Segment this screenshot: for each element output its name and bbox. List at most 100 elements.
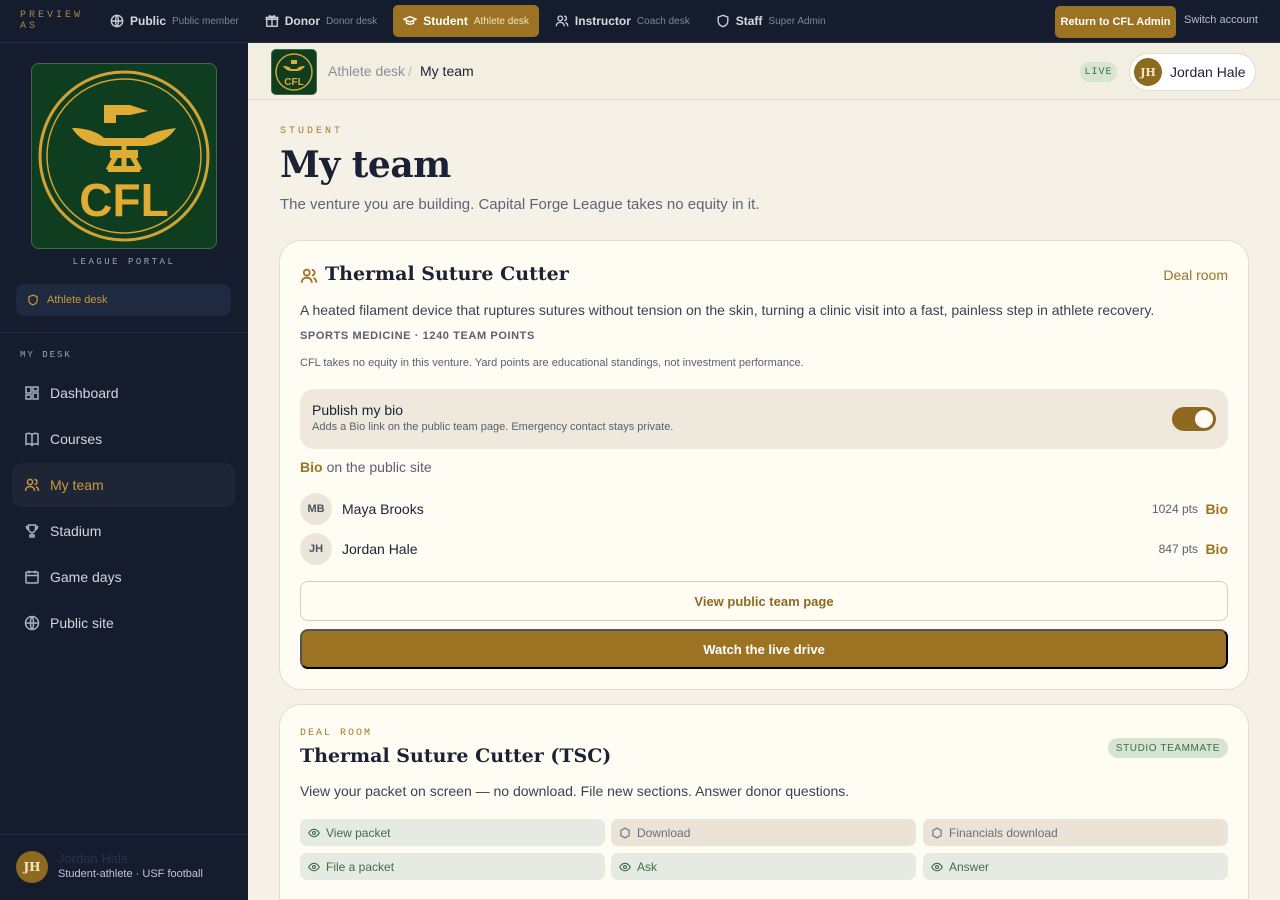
- sidebar-item-label: Stadium: [50, 523, 102, 539]
- cfl-logo[interactable]: CFL: [31, 63, 217, 249]
- switch-account-link[interactable]: Switch account: [1184, 14, 1258, 26]
- permission-view-packet[interactable]: View packet: [300, 819, 605, 846]
- view-public-team-button[interactable]: View public team page: [300, 581, 1228, 621]
- preview-label: PREVIEW AS: [20, 10, 84, 32]
- gift-icon: [265, 14, 279, 28]
- sidebar-item-public-site[interactable]: Public site: [12, 601, 235, 645]
- role-donor[interactable]: Donor Donor desk: [255, 5, 387, 37]
- permission-answer[interactable]: Answer: [923, 853, 1228, 880]
- cfl-emblem-icon: CFL: [275, 53, 313, 91]
- book-icon: [25, 432, 39, 447]
- live-badge: LIVE: [1080, 62, 1117, 82]
- team-card: Thermal Suture Cutter Deal room A heated…: [279, 240, 1249, 690]
- deal-room-eyebrow: DEAL ROOM: [300, 728, 373, 739]
- permission-financials-download: Financials download: [923, 819, 1228, 846]
- return-to-admin-button[interactable]: Return to CFL Admin: [1055, 6, 1176, 38]
- team-member-row: MB Maya Brooks 1024 pts Bio: [300, 493, 1228, 525]
- sidebar: CFL LEAGUE PORTAL Athlete desk MY DESK D…: [0, 43, 248, 900]
- user-name: Jordan Hale: [1170, 64, 1246, 80]
- publish-bio-title: Publish my bio: [312, 402, 404, 418]
- publish-bio-description: Adds a Bio link on the public team page.…: [312, 421, 674, 433]
- users-icon: [555, 14, 569, 28]
- sidebar-item-label: Game days: [50, 569, 122, 585]
- eye-icon: [308, 862, 320, 871]
- globe-icon: [24, 615, 40, 631]
- role-name: Public: [130, 14, 167, 28]
- avatar: JH: [1134, 58, 1162, 86]
- sidebar-item-label: Public site: [50, 615, 114, 631]
- sidebar-user-name: Jordan Hale: [58, 851, 129, 866]
- team-description: A heated filament device that ruptures s…: [300, 302, 1155, 318]
- role-staff[interactable]: Staff Super Admin: [706, 5, 836, 37]
- publish-bio-panel: Publish my bio Adds a Bio link on the pu…: [300, 389, 1228, 449]
- shield-icon: [716, 14, 730, 28]
- role-name: Instructor: [574, 14, 631, 28]
- portal-label: LEAGUE PORTAL: [72, 257, 176, 267]
- users-icon: [300, 267, 318, 285]
- member-name: Jordan Hale: [342, 541, 418, 557]
- bio-link[interactable]: Bio: [300, 459, 323, 475]
- equity-note: CFL takes no equity in this venture. Yar…: [300, 357, 804, 369]
- role-sub: Public member: [172, 15, 239, 27]
- divider: [0, 834, 248, 835]
- desk-pill[interactable]: Athlete desk: [16, 284, 231, 316]
- toggle-knob: [1195, 410, 1213, 428]
- sidebar-item-courses[interactable]: Courses: [12, 417, 235, 461]
- role-public[interactable]: Public Public member: [100, 5, 249, 37]
- permission-label: Ask: [637, 859, 658, 874]
- permission-file-packet[interactable]: File a packet: [300, 853, 605, 880]
- bio-public-line: Bio on the public site: [300, 459, 432, 475]
- deal-room-description: View your packet on screen — no download…: [300, 783, 850, 799]
- user-menu[interactable]: JH Jordan Hale: [1129, 53, 1256, 91]
- team-meta: SPORTS MEDICINE · 1240 TEAM POINTS: [300, 330, 535, 342]
- preview-bar: PREVIEW AS Public Public member Donor Do…: [0, 0, 1280, 43]
- avatar: MB: [300, 493, 332, 525]
- sidebar-item-label: Courses: [50, 431, 103, 447]
- header-logo[interactable]: CFL: [271, 49, 317, 95]
- logo-text: CFL: [79, 174, 168, 226]
- logo-text: CFL: [284, 77, 303, 88]
- sidebar-item-label: Dashboard: [50, 385, 119, 401]
- permission-label: Financials download: [949, 825, 1058, 840]
- role-badge: STUDIO TEAMMATE: [1107, 738, 1228, 758]
- sidebar-item-stadium[interactable]: Stadium: [12, 509, 235, 553]
- divider: [0, 332, 248, 333]
- permission-ask[interactable]: Ask: [611, 853, 916, 880]
- member-bio-link[interactable]: Bio: [1205, 501, 1228, 517]
- permission-label: Answer: [949, 859, 990, 874]
- role-student[interactable]: Student Athlete desk: [393, 5, 539, 37]
- permission-download: Download: [611, 819, 916, 846]
- role-sub: Coach desk: [636, 15, 690, 27]
- deal-room-title: Thermal Suture Cutter (TSC): [300, 745, 612, 767]
- breadcrumb-athlete-desk[interactable]: Athlete desk: [328, 63, 405, 79]
- sidebar-user-role: Student-athlete · USF football: [58, 868, 203, 880]
- hexagon-icon: [620, 826, 630, 839]
- role-sub: Donor desk: [326, 15, 378, 27]
- avatar[interactable]: JH: [16, 851, 48, 883]
- graduation-cap-icon: [403, 14, 418, 28]
- role-sub: Super Admin: [768, 15, 826, 27]
- permission-label: View packet: [326, 825, 391, 840]
- users-icon: [24, 478, 40, 492]
- sidebar-item-dashboard[interactable]: Dashboard: [12, 371, 235, 415]
- eye-icon: [931, 862, 943, 871]
- role-instructor[interactable]: Instructor Coach desk: [545, 5, 700, 37]
- page-header: CFL Athlete desk / My team LIVE JH Jorda…: [248, 43, 1280, 100]
- role-sub: Athlete desk: [473, 15, 529, 27]
- eye-icon: [619, 862, 631, 871]
- bio-line-text: on the public site: [326, 459, 432, 475]
- sidebar-item-game-days[interactable]: Game days: [12, 555, 235, 599]
- page-title: My team: [280, 144, 451, 186]
- role-name: Staff: [735, 14, 763, 28]
- publish-bio-toggle[interactable]: [1172, 407, 1216, 431]
- page-eyebrow: STUDENT: [280, 126, 344, 137]
- sidebar-item-my-team[interactable]: My team: [12, 463, 235, 507]
- calendar-icon: [25, 570, 39, 584]
- deal-room-link[interactable]: Deal room: [1163, 267, 1228, 283]
- watch-live-drive-button[interactable]: Watch the live drive: [300, 629, 1228, 669]
- cfl-emblem-icon: CFL: [38, 70, 210, 242]
- team-name: Thermal Suture Cutter: [325, 263, 569, 285]
- member-bio-link[interactable]: Bio: [1205, 541, 1228, 557]
- sidebar-item-label: My team: [50, 477, 104, 493]
- permission-label: File a packet: [326, 859, 395, 874]
